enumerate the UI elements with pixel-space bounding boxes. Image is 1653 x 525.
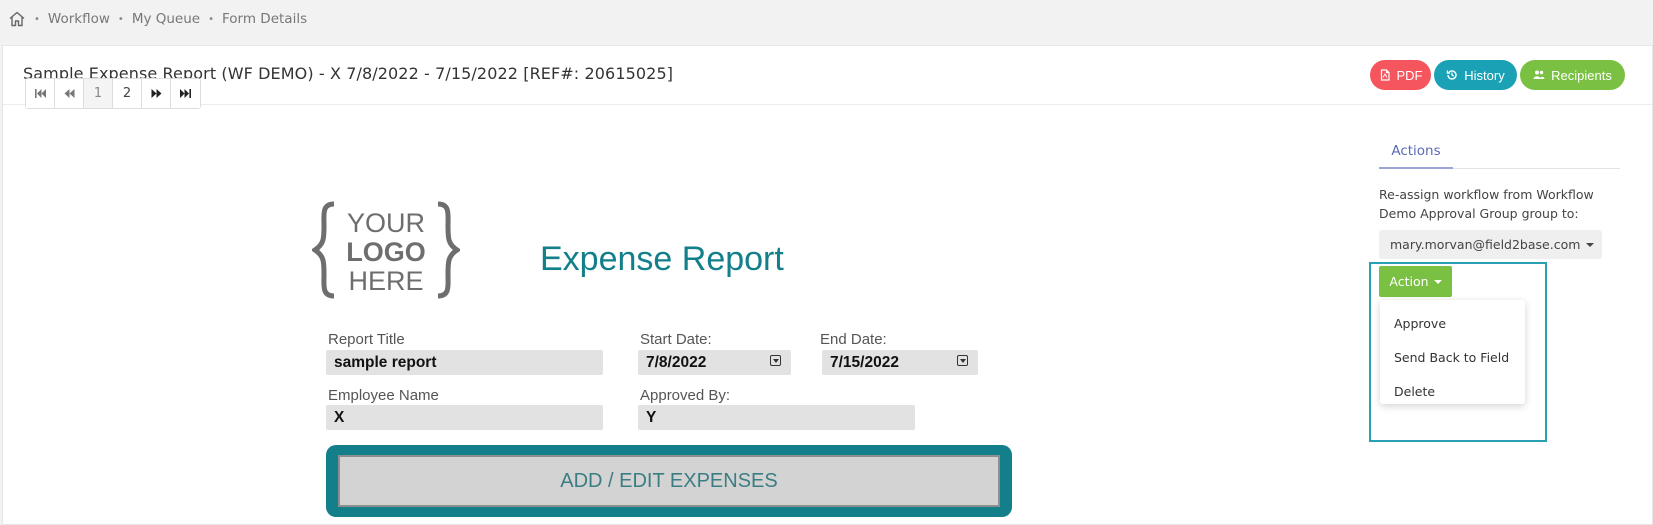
- menu-item-approve[interactable]: Approve: [1380, 306, 1525, 340]
- last-page-button[interactable]: [171, 79, 200, 108]
- pdf-icon: [1380, 69, 1390, 81]
- tab-actions[interactable]: Actions: [1379, 135, 1453, 169]
- logo-line-1: YOUR: [347, 208, 425, 238]
- assignee-dropdown[interactable]: mary.morvan@field2base.com: [1379, 230, 1602, 259]
- breadcrumb-separator: •: [208, 13, 214, 25]
- approved-by-label: Approved By:: [640, 387, 731, 404]
- pdf-button[interactable]: PDF: [1370, 60, 1431, 90]
- start-date-value: 7/8/2022: [646, 353, 707, 371]
- home-icon[interactable]: [8, 10, 26, 28]
- reassign-text: Re-assign workflow from Workflow Demo Ap…: [1379, 187, 1594, 221]
- report-title-field[interactable]: sample report: [326, 350, 603, 375]
- add-edit-expenses-button[interactable]: ADD / EDIT EXPENSES: [338, 455, 1000, 507]
- previous-page-button[interactable]: [55, 79, 84, 108]
- caret-down-icon: [1586, 242, 1595, 247]
- action-dropdown-button[interactable]: Action: [1379, 266, 1452, 297]
- start-date-field[interactable]: 7/8/2022: [638, 350, 791, 375]
- approved-by-field[interactable]: Y: [638, 405, 915, 430]
- rewind-icon: [64, 89, 74, 98]
- employee-name-field[interactable]: X: [326, 405, 603, 430]
- page-button-2[interactable]: 2: [113, 79, 142, 108]
- breadcrumb-workflow[interactable]: Workflow: [48, 11, 110, 27]
- date-picker-icon[interactable]: [770, 355, 781, 366]
- start-date-label: Start Date:: [640, 331, 712, 348]
- recipients-label: Recipients: [1551, 67, 1612, 83]
- skip-end-icon: [180, 89, 191, 98]
- end-date-value: 7/15/2022: [830, 353, 899, 371]
- menu-item-send-back[interactable]: Send Back to Field: [1380, 340, 1525, 374]
- card-header: Sample Expense Report (WF DEMO) - X 7/8/…: [3, 46, 1652, 105]
- logo-line-3: HERE: [348, 266, 423, 296]
- breadcrumb-form-details: Form Details: [222, 11, 308, 27]
- report-title-label: Report Title: [328, 331, 405, 348]
- fast-forward-icon: [151, 89, 161, 98]
- form-heading: Expense Report: [540, 240, 784, 278]
- logo-placeholder: YOUR LOGO HERE: [312, 201, 460, 299]
- history-label: History: [1464, 67, 1505, 83]
- page-button-1[interactable]: 1: [84, 79, 113, 108]
- users-icon: [1533, 70, 1545, 79]
- next-page-button[interactable]: [142, 79, 171, 108]
- pdf-label: PDF: [1396, 67, 1423, 83]
- caret-down-icon: [1433, 279, 1442, 284]
- skip-start-icon: [34, 89, 46, 98]
- history-icon: [1447, 70, 1457, 80]
- action-button-label: Action: [1389, 274, 1429, 289]
- breadcrumb-separator: •: [117, 13, 124, 25]
- logo-line-2: LOGO: [346, 237, 426, 267]
- assignee-value: mary.morvan@field2base.com: [1390, 237, 1581, 252]
- recipients-button[interactable]: Recipients: [1520, 60, 1625, 90]
- breadcrumb-my-queue[interactable]: My Queue: [132, 11, 200, 27]
- menu-item-delete[interactable]: Delete: [1380, 374, 1525, 408]
- history-button[interactable]: History: [1434, 60, 1517, 90]
- breadcrumb: • Workflow • My Queue • Form Details: [8, 8, 307, 30]
- breadcrumb-separator: •: [34, 13, 40, 25]
- expenses-button-frame: ADD / EDIT EXPENSES: [326, 445, 1012, 517]
- action-menu: Approve Send Back to Field Delete: [1380, 300, 1525, 404]
- first-page-button[interactable]: [26, 79, 55, 108]
- end-date-label: End Date:: [820, 331, 887, 348]
- employee-name-label: Employee Name: [328, 387, 439, 404]
- end-date-field[interactable]: 7/15/2022: [822, 350, 978, 375]
- date-picker-icon[interactable]: [957, 355, 968, 366]
- pager: 1 2: [25, 78, 201, 109]
- tab-divider: [1453, 168, 1620, 169]
